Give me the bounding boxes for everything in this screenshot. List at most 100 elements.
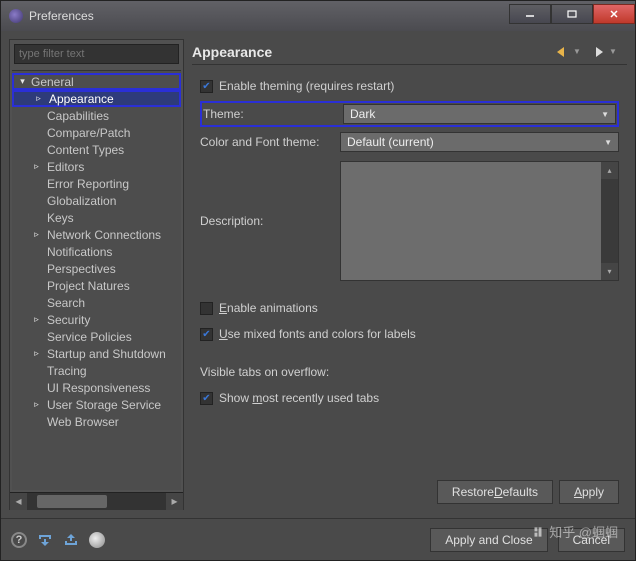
chevron-down-icon: ▼: [601, 110, 609, 119]
tree-item[interactable]: UI Responsiveness: [12, 379, 181, 396]
tree-item[interactable]: ▹ Network Connections: [12, 226, 181, 243]
expander-icon[interactable]: ▹: [32, 229, 41, 240]
mixed-fonts-checkbox[interactable]: ✔: [200, 328, 213, 341]
tree-item[interactable]: ▹ Startup and Shutdown: [12, 345, 181, 362]
tree-item-label: UI Responsiveness: [47, 381, 150, 395]
tree-item[interactable]: ▾ General: [12, 73, 181, 90]
tree-item[interactable]: ▹ Editors: [12, 158, 181, 175]
restore-defaults-button[interactable]: Restore Defaults: [437, 480, 553, 504]
tree-item[interactable]: ▹ Appearance: [12, 90, 181, 107]
tree-item-label: Tracing: [47, 364, 87, 378]
tree-item-label: Appearance: [49, 92, 114, 106]
nav-forward-menu[interactable]: ▼: [609, 47, 617, 56]
tree-item-label: Editors: [47, 160, 84, 174]
tree-item-label: Startup and Shutdown: [47, 347, 166, 361]
scroll-down-icon[interactable]: ▾: [601, 263, 618, 280]
tree-item-label: Network Connections: [47, 228, 161, 242]
tree-item[interactable]: Service Policies: [12, 328, 181, 345]
enable-theming-label: Enable theming (requires restart): [219, 79, 394, 93]
export-icon[interactable]: [63, 532, 79, 548]
tree-item[interactable]: Perspectives: [12, 260, 181, 277]
minimize-button[interactable]: [509, 4, 551, 24]
tree-item[interactable]: Compare/Patch: [12, 124, 181, 141]
close-button[interactable]: [593, 4, 635, 24]
tree-item-label: Service Policies: [47, 330, 132, 344]
nav-forward-button[interactable]: [589, 43, 607, 61]
tree-item[interactable]: Capabilities: [12, 107, 181, 124]
footer: ? Apply and Close Cancel 知乎 @蝈蝈: [1, 518, 635, 560]
filter-container: [14, 44, 179, 64]
nav-back-button[interactable]: [553, 43, 571, 61]
tree-item-label: Notifications: [47, 245, 112, 259]
tree-item[interactable]: Globalization: [12, 192, 181, 209]
tree-item[interactable]: Content Types: [12, 141, 181, 158]
scroll-up-icon[interactable]: ▴: [601, 162, 618, 179]
tree-item-label: Keys: [47, 211, 74, 225]
tree-item-label: General: [31, 75, 74, 89]
tree-item-label: Perspectives: [47, 262, 116, 276]
main-panel: Appearance ▼ ▼ ✔ Enable theming (require…: [192, 39, 627, 510]
nav-back-menu[interactable]: ▼: [573, 47, 581, 56]
apply-button[interactable]: Apply: [559, 480, 619, 504]
help-icon[interactable]: ?: [11, 532, 27, 548]
tree-item[interactable]: ▹ User Storage Service: [12, 396, 181, 413]
import-icon[interactable]: [37, 532, 53, 548]
tree-item-label: Project Natures: [47, 279, 130, 293]
tree-item[interactable]: Error Reporting: [12, 175, 181, 192]
expander-icon[interactable]: ▹: [32, 348, 41, 359]
mixed-fonts-label: Use mixed fonts and colors for labels: [219, 327, 416, 341]
theme-combo[interactable]: Dark ▼: [343, 104, 616, 124]
sidebar: ▾ General ▹ Appearance Capabilities Compare/P…: [9, 39, 184, 510]
description-label: Description:: [200, 214, 340, 228]
oomph-icon[interactable]: [89, 532, 105, 548]
expander-icon[interactable]: ▹: [32, 314, 41, 325]
tree-item[interactable]: Tracing: [12, 362, 181, 379]
visible-tabs-label: Visible tabs on overflow:: [200, 365, 329, 379]
preference-tree[interactable]: ▾ General ▹ Appearance Capabilities Compare/P…: [12, 70, 181, 490]
tree-item[interactable]: Web Browser: [12, 413, 181, 430]
tree-item[interactable]: Notifications: [12, 243, 181, 260]
show-mru-label: Show most recently used tabs: [219, 391, 379, 405]
page-title: Appearance: [192, 44, 551, 60]
tree-item-label: Search: [47, 296, 85, 310]
scroll-thumb[interactable]: [37, 495, 107, 508]
colorfont-label: Color and Font theme:: [200, 135, 340, 149]
scroll-track[interactable]: [27, 493, 166, 510]
app-icon: [9, 9, 23, 23]
tree-item-label: Compare/Patch: [47, 126, 130, 140]
apply-and-close-button[interactable]: Apply and Close: [430, 528, 547, 552]
tree-item[interactable]: Search: [12, 294, 181, 311]
expander-icon[interactable]: ▹: [32, 399, 41, 410]
scroll-right-icon[interactable]: ▸: [166, 493, 183, 510]
show-mru-checkbox[interactable]: ✔: [200, 392, 213, 405]
enable-theming-checkbox[interactable]: ✔: [200, 80, 213, 93]
theme-row: Theme: Dark ▼: [200, 101, 619, 127]
scroll-left-icon[interactable]: ◂: [10, 493, 27, 510]
tree-item-label: Security: [47, 313, 90, 327]
sidebar-hscrollbar[interactable]: ◂ ▸: [10, 492, 183, 509]
colorfont-combo[interactable]: Default (current) ▼: [340, 132, 619, 152]
theme-value: Dark: [350, 107, 375, 121]
main-header: Appearance ▼ ▼: [192, 39, 627, 65]
description-textarea[interactable]: ▴ ▾: [340, 161, 619, 281]
expander-icon[interactable]: ▾: [18, 76, 27, 87]
window-title: Preferences: [29, 9, 509, 23]
desc-vscrollbar[interactable]: ▴ ▾: [601, 162, 618, 280]
titlebar[interactable]: Preferences: [1, 1, 635, 31]
content-area: ✔ Enable theming (requires restart) Them…: [192, 65, 627, 510]
tree-item[interactable]: Project Natures: [12, 277, 181, 294]
theme-label: Theme:: [203, 107, 343, 121]
colorfont-value: Default (current): [347, 135, 434, 149]
tree-item-label: Capabilities: [47, 109, 109, 123]
filter-input[interactable]: [14, 44, 179, 64]
tree-item[interactable]: ▹ Security: [12, 311, 181, 328]
chevron-down-icon: ▼: [604, 138, 612, 147]
tree-item-label: User Storage Service: [47, 398, 161, 412]
enable-animations-checkbox[interactable]: [200, 302, 213, 315]
expander-icon[interactable]: ▹: [34, 93, 43, 104]
cancel-button[interactable]: Cancel: [558, 528, 625, 552]
maximize-button[interactable]: [551, 4, 593, 24]
tree-item[interactable]: Keys: [12, 209, 181, 226]
tree-item-label: Content Types: [47, 143, 124, 157]
expander-icon[interactable]: ▹: [32, 161, 41, 172]
